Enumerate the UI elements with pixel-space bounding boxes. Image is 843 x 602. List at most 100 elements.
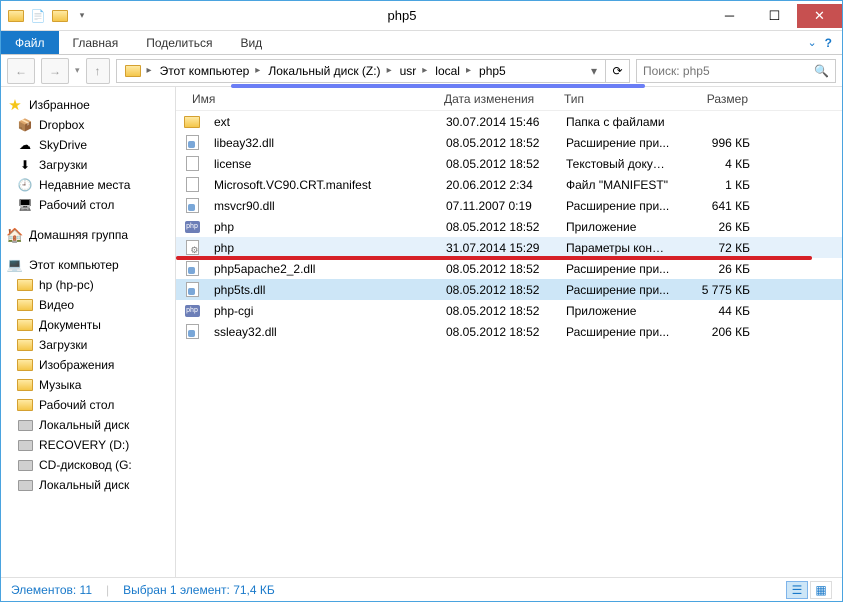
file-icon bbox=[184, 198, 200, 214]
file-date: 20.06.2012 2:34 bbox=[438, 178, 558, 192]
up-button[interactable]: ↑ bbox=[86, 58, 110, 84]
col-type[interactable]: Тип bbox=[556, 92, 676, 106]
ql-dropdown-icon[interactable]: ▾ bbox=[72, 6, 92, 26]
search-box[interactable]: 🔍 bbox=[636, 59, 836, 83]
sidebar-item[interactable]: ⬇Загрузки bbox=[1, 155, 175, 175]
refresh-button[interactable]: ⟳ bbox=[605, 60, 629, 82]
file-name: license bbox=[206, 157, 438, 171]
status-sep: | bbox=[106, 583, 109, 597]
view-icons-button[interactable]: ▦ bbox=[810, 581, 832, 599]
crumb-computer[interactable]: Этот компьютер bbox=[152, 60, 256, 82]
ribbon-tab-home[interactable]: Главная bbox=[59, 31, 133, 54]
minimize-button[interactable]: ─ bbox=[707, 4, 752, 28]
folder-icon[interactable] bbox=[6, 6, 26, 26]
sidebar-item[interactable]: Локальный диск bbox=[1, 475, 175, 495]
search-icon[interactable]: 🔍 bbox=[814, 64, 829, 78]
file-row[interactable]: php5ts.dll 08.05.2012 18:52 Расширение п… bbox=[176, 279, 842, 300]
sidebar-item-icon bbox=[17, 337, 33, 353]
address-dropdown-icon[interactable]: ▾ bbox=[583, 64, 605, 78]
sidebar-item-icon bbox=[17, 417, 33, 433]
crumb-usr[interactable]: usr bbox=[392, 60, 423, 82]
sidebar-item-icon bbox=[17, 317, 33, 333]
sidebar-item[interactable]: Документы bbox=[1, 315, 175, 335]
sidebar-item[interactable]: Рабочий стол bbox=[1, 395, 175, 415]
sidebar-homegroup-head[interactable]: 🏠Домашняя группа bbox=[1, 225, 175, 245]
sidebar-item-label: Рабочий стол bbox=[39, 198, 114, 212]
back-button[interactable]: ← bbox=[7, 58, 35, 84]
sidebar-item[interactable]: ☁SkyDrive bbox=[1, 135, 175, 155]
file-date: 08.05.2012 18:52 bbox=[438, 283, 558, 297]
ribbon-controls: ⌄ ? bbox=[797, 31, 842, 54]
folder2-icon[interactable] bbox=[50, 6, 70, 26]
address-bar[interactable]: ▸ Этот компьютер ▸ Локальный диск (Z:) ▸… bbox=[116, 59, 630, 83]
sidebar-item[interactable]: Музыка bbox=[1, 375, 175, 395]
sidebar-favorites-label: Избранное bbox=[29, 98, 90, 112]
file-size: 72 КБ bbox=[678, 241, 758, 255]
close-button[interactable]: ✕ bbox=[797, 4, 842, 28]
sidebar-item[interactable]: Загрузки bbox=[1, 335, 175, 355]
sidebar-item[interactable]: 🖥 Рабочий стол bbox=[1, 195, 175, 215]
col-name[interactable]: Имя bbox=[176, 92, 436, 106]
file-row[interactable]: php php 08.05.2012 18:52 Приложение 26 К… bbox=[176, 216, 842, 237]
file-row[interactable]: php php-cgi 08.05.2012 18:52 Приложение … bbox=[176, 300, 842, 321]
sidebar-item[interactable]: hp (hp-pc) bbox=[1, 275, 175, 295]
sidebar-item-icon bbox=[17, 397, 33, 413]
col-size[interactable]: Размер bbox=[676, 92, 756, 106]
forward-button[interactable]: → bbox=[41, 58, 69, 84]
file-tab[interactable]: Файл bbox=[1, 31, 59, 54]
sidebar-computer-head[interactable]: 💻Этот компьютер bbox=[1, 255, 175, 275]
pc-icon: 💻 bbox=[7, 257, 23, 273]
sidebar-item[interactable]: Видео bbox=[1, 295, 175, 315]
file-row[interactable]: Microsoft.VC90.CRT.manifest 20.06.2012 2… bbox=[176, 174, 842, 195]
file-row[interactable]: libeay32.dll 08.05.2012 18:52 Расширение… bbox=[176, 132, 842, 153]
ribbon-tab-share[interactable]: Поделиться bbox=[132, 31, 226, 54]
view-details-button[interactable]: ☰ bbox=[786, 581, 808, 599]
sidebar-favorites-head[interactable]: ★ Избранное bbox=[1, 95, 175, 115]
crumb-php5[interactable]: php5 bbox=[471, 60, 512, 82]
ribbon-expand-icon[interactable]: ⌄ bbox=[807, 36, 816, 49]
file-name: php5apache2_2.dll bbox=[206, 262, 438, 276]
file-row[interactable]: ext 30.07.2014 15:46 Папка с файлами bbox=[176, 111, 842, 132]
sidebar-item-label: Загрузки bbox=[39, 158, 87, 172]
sidebar-item-icon: 🖥 bbox=[17, 197, 33, 213]
file-date: 08.05.2012 18:52 bbox=[438, 220, 558, 234]
ribbon-tab-view[interactable]: Вид bbox=[226, 31, 276, 54]
file-name: php bbox=[206, 241, 438, 255]
file-row[interactable]: license 08.05.2012 18:52 Текстовый докум… bbox=[176, 153, 842, 174]
history-dropdown-icon[interactable]: ▾ bbox=[75, 65, 80, 76]
search-input[interactable] bbox=[643, 64, 808, 78]
file-row[interactable]: php5apache2_2.dll 08.05.2012 18:52 Расши… bbox=[176, 258, 842, 279]
file-date: 08.05.2012 18:52 bbox=[438, 157, 558, 171]
sidebar-item-label: Недавние места bbox=[39, 178, 130, 192]
sidebar-item-icon: 📦 bbox=[17, 117, 33, 133]
file-row[interactable]: msvcr90.dll 07.11.2007 0:19 Расширение п… bbox=[176, 195, 842, 216]
help-icon[interactable]: ? bbox=[825, 36, 832, 50]
file-name: php bbox=[206, 220, 438, 234]
sidebar-item-label: Локальный диск bbox=[39, 478, 129, 492]
star-icon: ★ bbox=[7, 97, 23, 113]
file-size: 1 КБ bbox=[678, 178, 758, 192]
sidebar-item[interactable]: Изображения bbox=[1, 355, 175, 375]
sidebar-item[interactable]: 🕘Недавние места bbox=[1, 175, 175, 195]
ribbon: Файл Главная Поделиться Вид ⌄ ? bbox=[1, 31, 842, 55]
sidebar-item[interactable]: RECOVERY (D:) bbox=[1, 435, 175, 455]
crumb-disk[interactable]: Локальный диск (Z:) bbox=[260, 60, 386, 82]
file-rows: ext 30.07.2014 15:46 Папка с файлами lib… bbox=[176, 111, 842, 577]
file-type: Приложение bbox=[558, 220, 678, 234]
sidebar-item[interactable]: 📦Dropbox bbox=[1, 115, 175, 135]
sidebar-item-label: CD-дисковод (G: bbox=[39, 458, 132, 472]
sidebar-item-icon bbox=[17, 277, 33, 293]
file-icon bbox=[184, 240, 200, 256]
sidebar-item[interactable]: Локальный диск bbox=[1, 415, 175, 435]
crumb-local[interactable]: local bbox=[427, 60, 466, 82]
col-date[interactable]: Дата изменения bbox=[436, 92, 556, 106]
file-row[interactable]: php 31.07.2014 15:29 Параметры конф... 7… bbox=[176, 237, 842, 258]
props-icon[interactable]: 📄 bbox=[28, 6, 48, 26]
maximize-button[interactable]: ☐ bbox=[752, 4, 797, 28]
file-name: php-cgi bbox=[206, 304, 438, 318]
file-size: 996 КБ bbox=[678, 136, 758, 150]
file-date: 31.07.2014 15:29 bbox=[438, 241, 558, 255]
file-row[interactable]: ssleay32.dll 08.05.2012 18:52 Расширение… bbox=[176, 321, 842, 342]
annotation-underline bbox=[231, 84, 645, 88]
sidebar-item[interactable]: CD-дисковод (G: bbox=[1, 455, 175, 475]
